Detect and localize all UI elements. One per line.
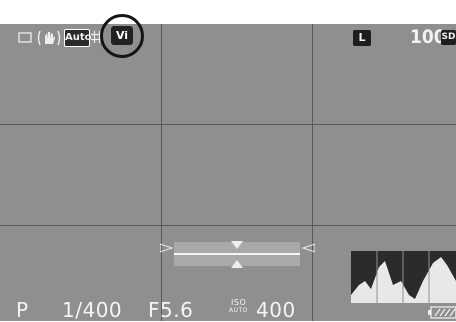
grid-line-horizontal-1 [0, 124, 456, 125]
iso-value: 400 [256, 298, 296, 322]
exposure-mode: P [16, 298, 29, 322]
aperture-value: F5.6 [148, 298, 194, 322]
battery-icon [428, 306, 456, 319]
shake-reduction-icon [37, 30, 61, 46]
sd-card-badge: SD [441, 30, 456, 45]
grid-line-horizontal-2 [0, 225, 456, 226]
iso-label: ISO [231, 298, 247, 307]
electronic-level-icon [160, 241, 315, 268]
iso-auto-label: AUTO [229, 307, 248, 314]
single-frame-icon [18, 32, 32, 43]
grid-line-vertical-1 [161, 24, 162, 321]
shutter-speed: 1/400 [62, 298, 123, 322]
custom-image-badge: Vi [111, 26, 133, 45]
image-size-badge: L [353, 30, 371, 46]
histogram-icon [351, 251, 456, 303]
af-mode-label: Auto [64, 29, 92, 47]
grid-line-vertical-2 [312, 24, 313, 321]
